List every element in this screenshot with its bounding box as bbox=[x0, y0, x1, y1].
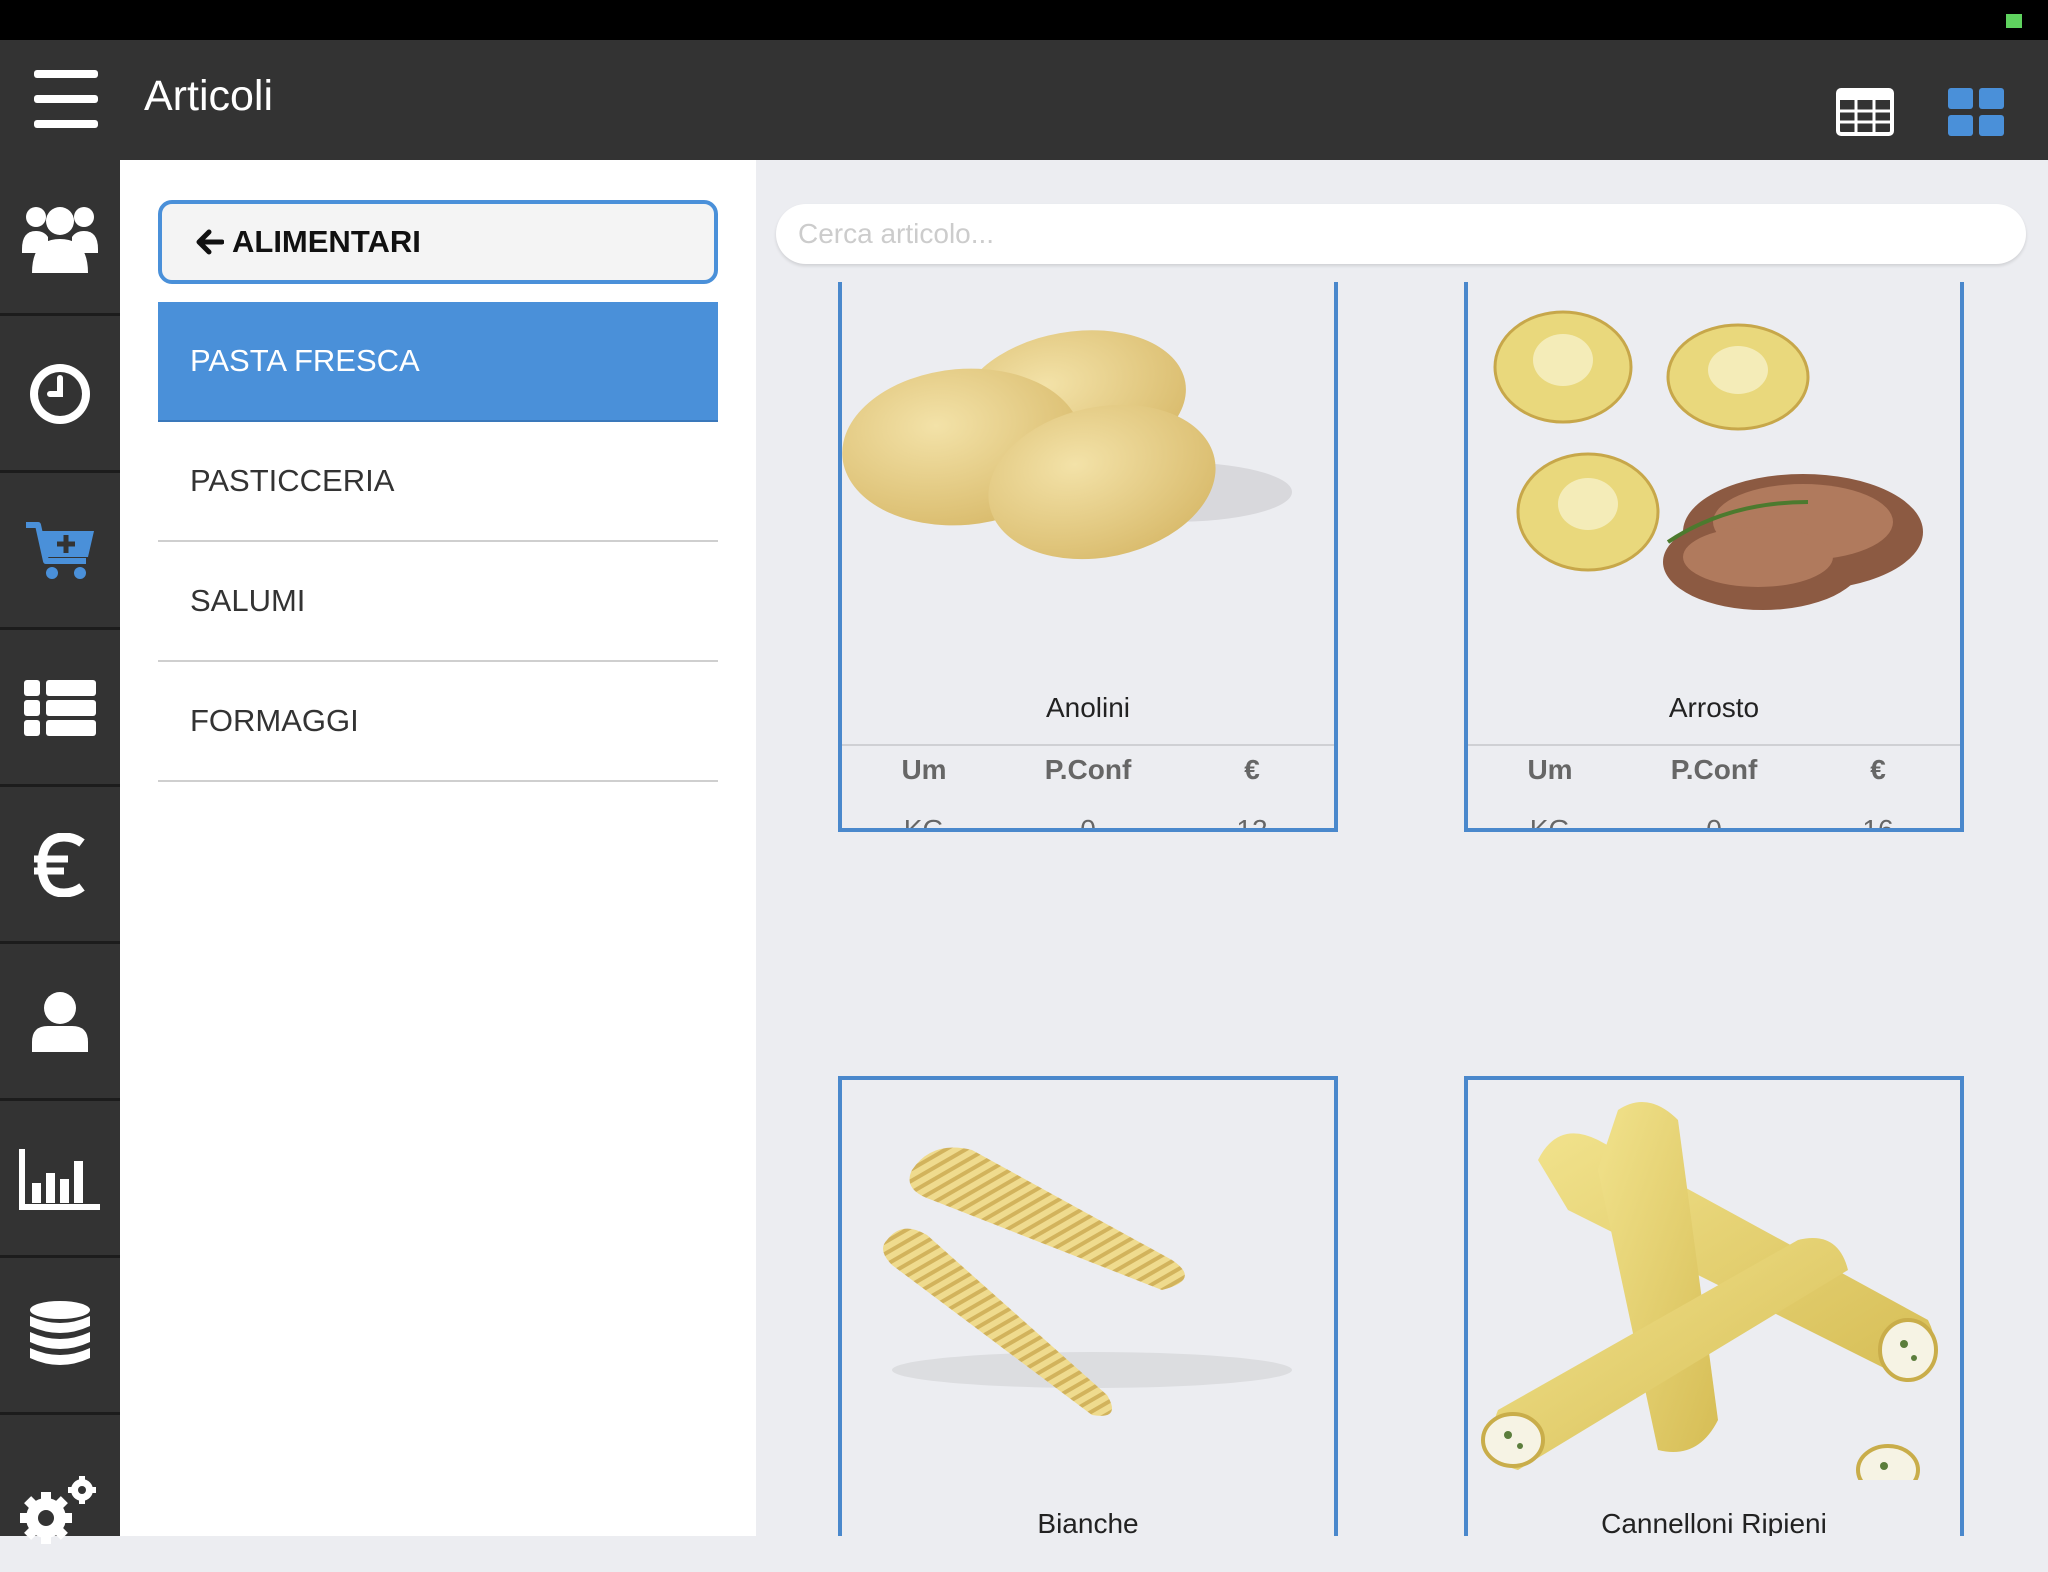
anolini-image bbox=[842, 330, 1292, 560]
category-panel: ALIMENTARI PASTA FRESCA PASTICCERIA SALU… bbox=[120, 160, 756, 1536]
nav-history[interactable] bbox=[0, 317, 120, 473]
product-name: Anolini bbox=[1045, 692, 1131, 723]
bar-chart-icon bbox=[19, 1148, 100, 1210]
nav-payments[interactable] bbox=[0, 788, 120, 944]
category-pasticceria[interactable]: PASTICCERIA bbox=[158, 422, 718, 542]
pconf-value: 0 bbox=[1080, 814, 1096, 832]
product-name: Arrosto bbox=[1668, 692, 1760, 723]
um-value: KG bbox=[903, 814, 945, 832]
nav-reports[interactable] bbox=[0, 1102, 120, 1258]
nav-users[interactable] bbox=[0, 160, 120, 316]
um-value: KG bbox=[1529, 814, 1571, 832]
pconf-header: P.Conf bbox=[1044, 754, 1132, 785]
nav-list[interactable] bbox=[0, 631, 120, 787]
battery-icon bbox=[2006, 14, 2022, 28]
users-icon bbox=[22, 206, 98, 273]
category-pasta-fresca[interactable]: PASTA FRESCA bbox=[158, 302, 718, 422]
product-card-bianche[interactable]: Bianche bbox=[838, 1076, 1338, 1536]
nav-settings[interactable] bbox=[0, 1416, 120, 1572]
top-bar: Articoli bbox=[0, 40, 2048, 160]
back-to-parent-category-button[interactable]: ALIMENTARI bbox=[158, 200, 718, 284]
price-value: 12 bbox=[1236, 814, 1268, 832]
pconf-value: 0 bbox=[1706, 814, 1722, 832]
product-name: Bianche bbox=[1037, 1508, 1139, 1536]
product-card-anolini[interactable]: Anolini Um P.Conf € KG 0 12 bbox=[838, 272, 1338, 832]
user-icon bbox=[32, 991, 88, 1052]
list-icon bbox=[24, 679, 96, 736]
product-name: Cannelloni Ripieni bbox=[1601, 1508, 1827, 1536]
nav-new-order[interactable] bbox=[0, 474, 120, 630]
card-table-header: Um P.Conf € bbox=[1468, 754, 1960, 786]
table-view-icon[interactable] bbox=[1836, 88, 1894, 136]
search-input[interactable] bbox=[776, 204, 2026, 264]
euro-icon bbox=[34, 832, 85, 897]
product-grid-area: Anolini Um P.Conf € KG 0 12 Arrosto Um P… bbox=[756, 160, 2048, 1536]
nav-profile[interactable] bbox=[0, 945, 120, 1101]
product-card-cannelloni-ripieni[interactable]: Cannelloni Ripieni bbox=[1464, 1076, 1964, 1536]
database-icon bbox=[30, 1300, 90, 1365]
left-nav bbox=[0, 160, 120, 1544]
price-header: € bbox=[1244, 754, 1260, 785]
hamburger-menu-icon[interactable] bbox=[30, 68, 102, 130]
page-title: Articoli bbox=[144, 72, 274, 120]
grid-view-icon[interactable] bbox=[1946, 86, 2006, 138]
um-header: Um bbox=[901, 754, 947, 785]
price-header: € bbox=[1870, 754, 1886, 785]
product-card-arrosto[interactable]: Arrosto Um P.Conf € KG 0 16 bbox=[1464, 272, 1964, 832]
search-bar-container bbox=[756, 160, 2048, 282]
arrosto-tortellini-image bbox=[1493, 310, 1923, 610]
cannelloni-image bbox=[1481, 1102, 1938, 1480]
price-value: 16 bbox=[1862, 814, 1894, 832]
arrow-left-icon bbox=[196, 229, 224, 255]
nav-database[interactable] bbox=[0, 1259, 120, 1415]
settings-icon bbox=[20, 1476, 96, 1544]
card-divider bbox=[1468, 744, 1960, 746]
card-table-values: KG 0 16 bbox=[1468, 814, 1960, 832]
card-table-header: Um P.Conf € bbox=[842, 754, 1334, 786]
um-header: Um bbox=[1527, 754, 1573, 785]
cart-add-icon bbox=[26, 521, 94, 579]
bianche-pasta-image bbox=[883, 1147, 1292, 1416]
card-divider bbox=[842, 744, 1334, 746]
pconf-header: P.Conf bbox=[1670, 754, 1758, 785]
back-button-label: ALIMENTARI bbox=[232, 224, 421, 259]
category-formaggi[interactable]: FORMAGGI bbox=[158, 662, 718, 782]
card-table-values: KG 0 12 bbox=[842, 814, 1334, 832]
category-salumi[interactable]: SALUMI bbox=[158, 542, 718, 662]
clock-icon bbox=[30, 363, 90, 424]
status-bar bbox=[0, 0, 2048, 40]
